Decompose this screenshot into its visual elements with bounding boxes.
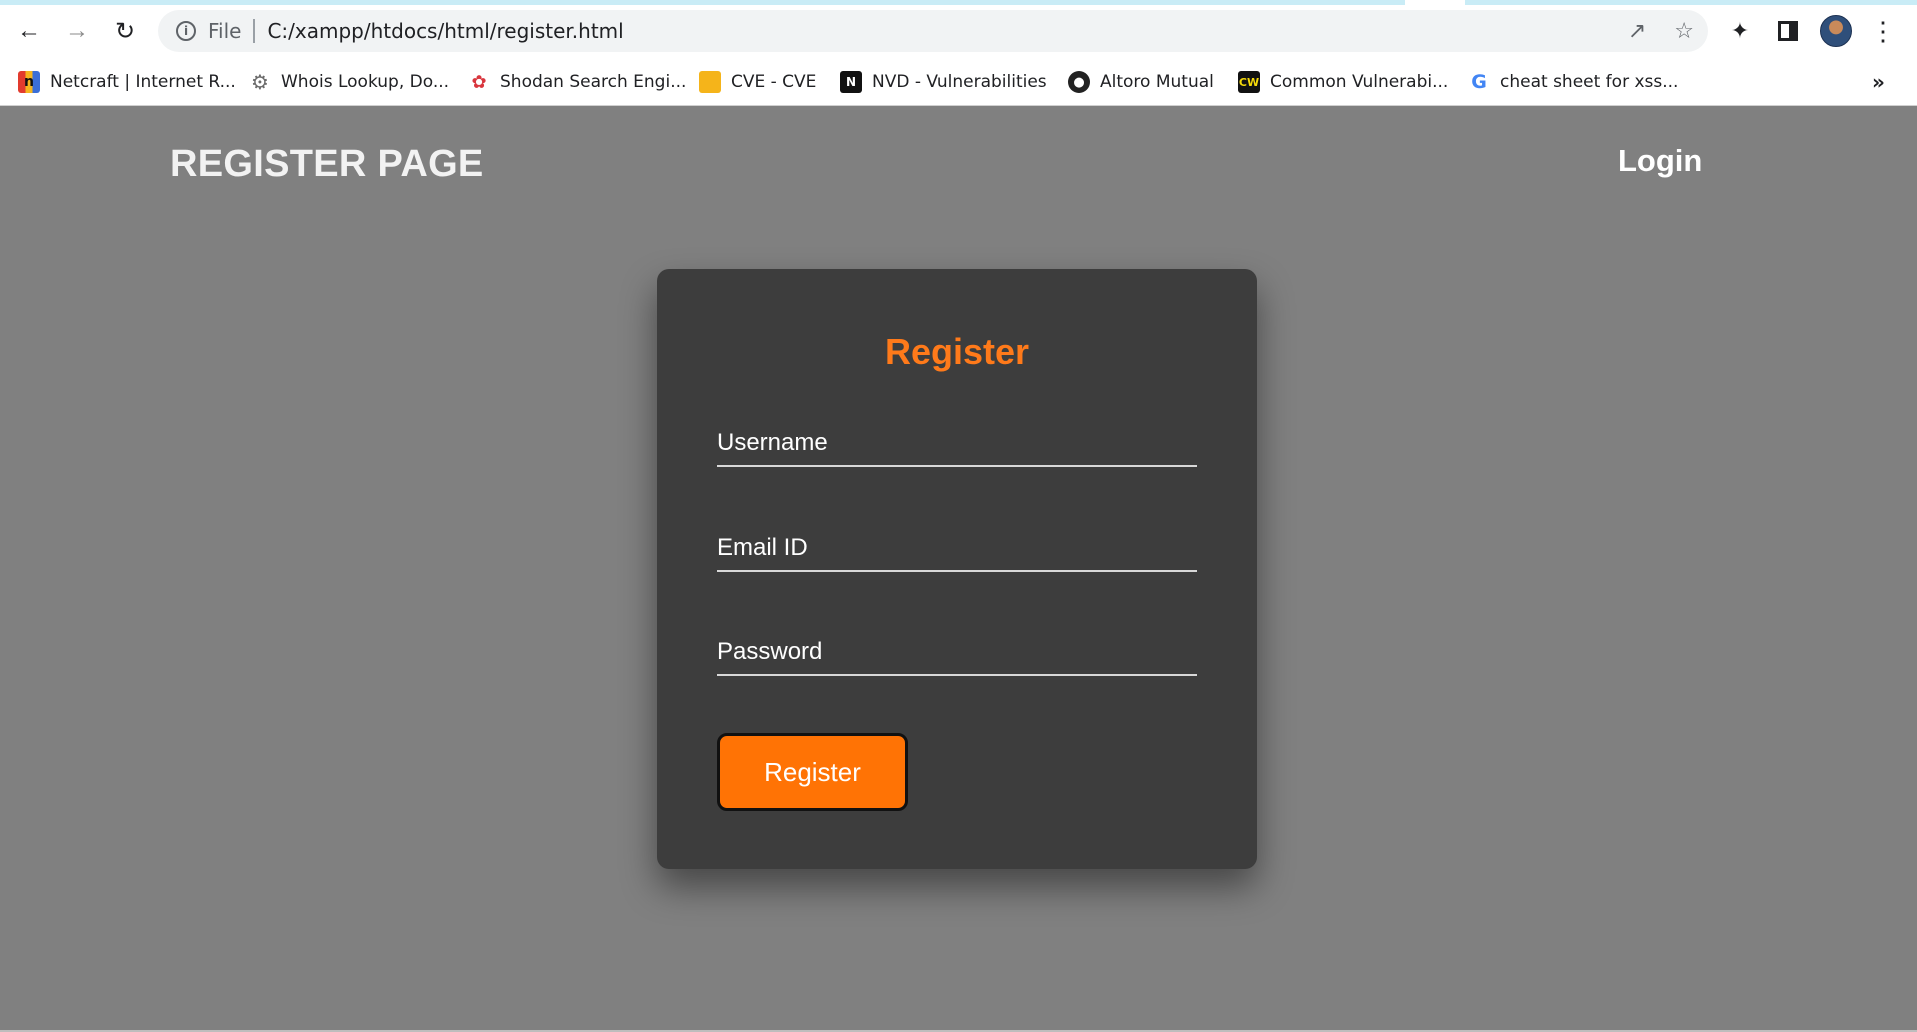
form-title: Register bbox=[884, 331, 1030, 372]
browser-menu-icon[interactable]: ⋮ bbox=[1867, 14, 1899, 48]
site-info-icon[interactable]: i bbox=[176, 21, 196, 41]
bookmark-altoro[interactable]: ● Altoro Mutual bbox=[1068, 68, 1214, 96]
forward-arrow-icon[interactable]: → bbox=[60, 14, 94, 48]
bookmark-cve[interactable]: CVE - CVE bbox=[699, 68, 816, 96]
nvd-icon: N bbox=[840, 71, 862, 93]
bookmark-label: Common Vulnerabi... bbox=[1270, 72, 1449, 92]
reload-icon[interactable]: ↻ bbox=[108, 14, 142, 48]
profile-avatar[interactable] bbox=[1820, 15, 1852, 47]
bookmark-shodan[interactable]: ✿ Shodan Search Engi... bbox=[468, 68, 686, 96]
share-icon[interactable]: ↗ bbox=[1628, 19, 1646, 44]
bookmark-label: CVE - CVE bbox=[731, 72, 817, 92]
login-link[interactable]: Login bbox=[1618, 143, 1702, 179]
bookmark-label: NVD - Vulnerabilities bbox=[872, 72, 1047, 92]
password-field-wrapper bbox=[717, 620, 1197, 676]
bookmark-nvd[interactable]: N NVD - Vulnerabilities bbox=[840, 68, 1047, 96]
email-input[interactable] bbox=[717, 516, 1197, 570]
username-field-wrapper bbox=[717, 411, 1197, 467]
address-scheme: File bbox=[208, 19, 242, 43]
tab-strip bbox=[0, 0, 1917, 5]
bookmark-netcraft[interactable]: n Netcraft | Internet R... bbox=[18, 68, 236, 96]
address-divider bbox=[253, 19, 256, 43]
bookmark-label: Altoro Mutual bbox=[1100, 72, 1214, 92]
whois-gear-icon: ⚙ bbox=[251, 70, 269, 94]
side-panel-icon[interactable] bbox=[1772, 14, 1804, 48]
cve-folder-icon bbox=[699, 71, 721, 93]
bookmarks-bar: n Netcraft | Internet R... ⚙ Whois Looku… bbox=[0, 62, 1917, 102]
register-card: Register Register bbox=[657, 269, 1257, 869]
google-icon: G bbox=[1471, 71, 1487, 93]
browser-chrome: ← → ↻ i File C:/xampp/htdocs/html/regist… bbox=[0, 0, 1917, 106]
bookmark-label: cheat sheet for xss... bbox=[1500, 72, 1679, 92]
shodan-icon: ✿ bbox=[471, 71, 487, 93]
address-bar[interactable]: i File C:/xampp/htdocs/html/register.htm… bbox=[158, 10, 1708, 52]
back-arrow-icon[interactable]: ← bbox=[12, 14, 46, 48]
extensions-puzzle-icon[interactable]: ✦ bbox=[1724, 14, 1756, 48]
address-url[interactable]: C:/xampp/htdocs/html/register.html bbox=[267, 19, 623, 43]
bookmark-label: Whois Lookup, Do... bbox=[281, 72, 450, 92]
bookmark-whois[interactable]: ⚙ Whois Lookup, Do... bbox=[249, 68, 449, 96]
bookmark-star-icon[interactable]: ☆ bbox=[1674, 19, 1694, 44]
bookmark-label: Netcraft | Internet R... bbox=[50, 72, 236, 92]
bookmark-cwe[interactable]: CW Common Vulnerabi... bbox=[1238, 68, 1448, 96]
bookmark-label: Shodan Search Engi... bbox=[500, 72, 687, 92]
page-content: REGISTER PAGE Login Register Register bbox=[0, 107, 1917, 1032]
bookmark-xss-cheat-sheet[interactable]: G cheat sheet for xss... bbox=[1468, 68, 1678, 96]
username-input[interactable] bbox=[717, 411, 1197, 465]
page-title: REGISTER PAGE bbox=[170, 143, 484, 185]
register-button[interactable]: Register bbox=[717, 733, 908, 811]
email-field-wrapper bbox=[717, 516, 1197, 572]
netcraft-icon: n bbox=[18, 71, 40, 93]
bookmarks-overflow-icon[interactable]: » bbox=[1872, 70, 1885, 94]
password-input[interactable] bbox=[717, 620, 1197, 674]
cwe-icon: CW bbox=[1238, 71, 1260, 93]
globe-icon: ● bbox=[1068, 71, 1090, 93]
